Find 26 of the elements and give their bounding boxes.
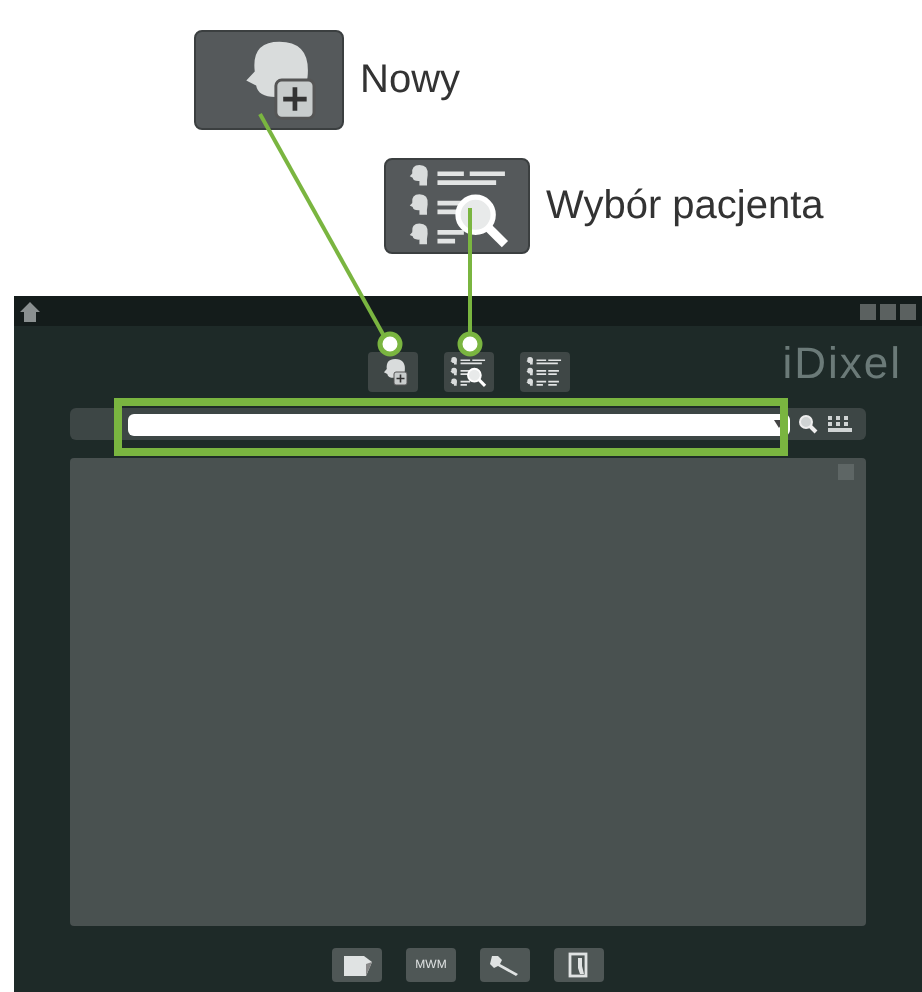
- minimize-button[interactable]: [860, 303, 876, 319]
- dropdown-caret-icon: [774, 420, 784, 428]
- patient-search-icon: [446, 356, 490, 388]
- exit-door-icon: [568, 952, 590, 978]
- patient-list-icon: [522, 356, 566, 388]
- keypad-icon: [826, 414, 854, 434]
- app-logo: iDixel: [782, 338, 902, 392]
- new-patient-button[interactable]: [367, 352, 417, 392]
- close-button[interactable]: [900, 303, 916, 319]
- notes-button[interactable]: [332, 948, 382, 982]
- callout-label: Nowy: [360, 57, 461, 103]
- patient-search-button[interactable]: [384, 158, 530, 254]
- settings-button[interactable]: [480, 948, 530, 982]
- new-patient-button[interactable]: [194, 30, 344, 130]
- home-icon[interactable]: [20, 301, 40, 321]
- exit-button[interactable]: [554, 948, 604, 982]
- callout-label: Wybór pacjenta: [546, 183, 824, 229]
- document-icon: [343, 954, 371, 976]
- search-icon: [798, 414, 818, 434]
- patient-search-button[interactable]: [443, 352, 493, 392]
- wrench-icon: [489, 954, 521, 976]
- search-button[interactable]: [798, 414, 818, 434]
- patient-list-button[interactable]: [519, 352, 569, 392]
- patient-combo-box[interactable]: [128, 413, 790, 435]
- maximize-button[interactable]: [880, 303, 896, 319]
- keyboard-button[interactable]: [826, 414, 854, 434]
